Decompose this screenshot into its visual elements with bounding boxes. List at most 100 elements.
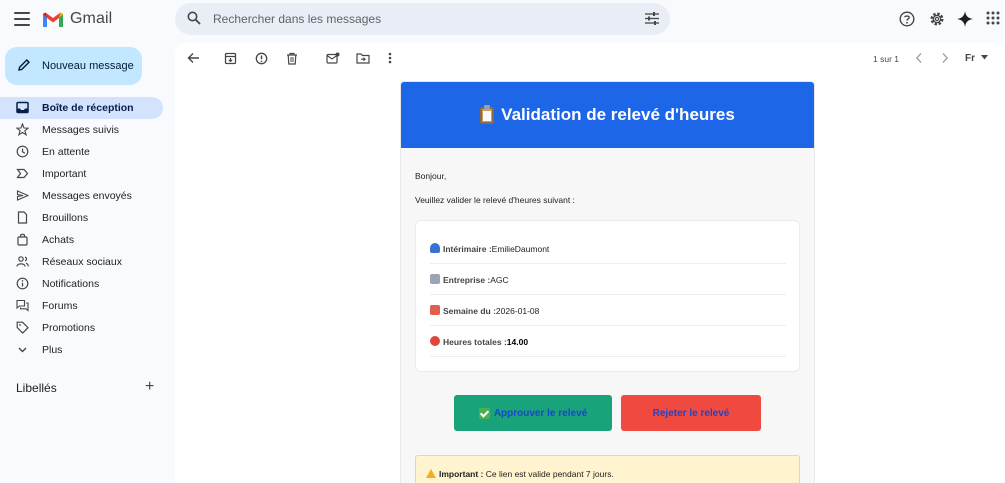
labels-heading: Libellés [16,381,57,395]
detail-key: Intérimaire : [443,244,492,254]
warning-message: Ce lien est valide pendant 7 jours. [483,469,614,479]
detail-row-company: Entreprise :AGC [430,264,786,295]
sidebar-item-forums[interactable]: Forums [0,295,163,317]
sidebar-item-label: Brouillons [42,212,89,224]
top-bar: Gmail [0,0,1005,40]
sidebar-item-label: En attente [42,146,90,158]
sidebar-item-social[interactable]: Réseaux sociaux [0,251,163,273]
reject-timesheet-button[interactable]: Rejeter le relevé [621,395,761,431]
detail-key: Entreprise : [443,275,491,285]
intro-text: Veuillez valider le relevé d'heures suiv… [415,195,575,205]
sidebar-item-label: Promotions [42,322,96,334]
move-to-folder-icon[interactable] [356,52,370,64]
tag-icon [16,321,29,334]
forum-icon [16,299,29,312]
detail-row-week: Semaine du :2026-01-08 [430,295,786,326]
back-arrow-icon[interactable] [187,52,200,64]
chevron-down-icon [18,347,27,353]
star-icon [16,123,29,136]
clock-icon [16,145,29,158]
previous-page-icon[interactable] [915,52,923,64]
sidebar-item-label: Achats [42,234,75,246]
compose-label: Nouveau message [42,60,134,72]
help-icon[interactable] [899,11,915,27]
sidebar-nav: Boîte de réception Messages suivis En at… [0,97,165,361]
trash-icon[interactable] [286,52,298,65]
language-selector[interactable]: Fr [965,53,975,64]
sidebar-item-drafts[interactable]: Brouillons [0,207,163,229]
report-spam-icon[interactable] [255,52,268,65]
search-options-icon[interactable] [645,12,659,25]
detail-key: Semaine du : [443,306,496,316]
email-card: Validation de relevé d'heures Bonjour, V… [400,81,815,483]
info-icon [16,277,29,290]
sidebar-item-label: Important [42,168,87,180]
office-building-icon [430,274,440,284]
calendar-icon [430,305,440,315]
next-page-icon[interactable] [941,52,949,64]
sidebar-item-label: Messages suivis [42,124,120,136]
search-icon[interactable] [187,11,201,25]
detail-row-hours: Heures totales :14.00 [430,326,786,357]
warning-icon [426,469,436,478]
sidebar-item-label: Notifications [42,278,100,290]
greeting-text: Bonjour, [415,171,447,181]
gemini-sparkle-icon[interactable] [957,11,973,27]
people-icon [16,256,29,267]
detail-value: EmilieDaumont [491,244,550,254]
shopping-bag-icon [17,233,28,246]
more-vert-icon[interactable] [388,52,392,64]
sidebar-item-snoozed[interactable]: En attente [0,141,163,163]
gmail-m-icon [43,12,63,27]
sidebar-item-label: Plus [42,344,63,356]
dropdown-caret-icon[interactable] [981,55,988,60]
sidebar-item-purchases[interactable]: Achats [0,229,163,251]
email-header: Validation de relevé d'heures [401,82,814,148]
app-name: Gmail [70,10,113,27]
pencil-icon [18,59,30,71]
detail-row-worker: Intérimaire :EmilieDaumont [430,233,786,264]
compose-button[interactable]: Nouveau message [5,47,142,85]
inbox-icon [16,101,29,114]
add-label-icon[interactable]: + [145,379,154,395]
search-input[interactable] [213,3,633,35]
sidebar-item-label: Messages envoyés [42,190,132,202]
person-icon [430,243,440,253]
mark-unread-icon[interactable] [326,52,340,64]
important-icon [16,168,29,179]
settings-gear-icon[interactable] [929,11,945,27]
detail-value: AGC [490,275,509,285]
sidebar-item-important[interactable]: Important [0,163,163,185]
sidebar-item-promotions[interactable]: Promotions [0,317,163,339]
main-menu-icon[interactable] [14,12,30,26]
check-mark-icon [478,407,490,419]
draft-icon [17,211,28,224]
detail-key: Heures totales : [443,337,507,347]
apps-grid-icon[interactable] [986,11,1000,25]
approve-timesheet-button[interactable]: Approuver le relevé [454,395,612,431]
warning-text: Important : Ce lien est valide pendant 7… [426,469,614,479]
alarm-clock-icon [430,336,440,346]
detail-value: 2026-01-08 [495,306,540,316]
reject-label: Rejeter le relevé [652,407,730,419]
sidebar-item-more[interactable]: Plus [0,339,163,361]
sidebar-item-notifications[interactable]: Notifications [0,273,163,295]
sidebar-item-starred[interactable]: Messages suivis [0,119,163,141]
sidebar-item-label: Réseaux sociaux [42,256,122,268]
gmail-logo[interactable]: Gmail [42,10,112,28]
detail-value: 14.00 [506,337,529,347]
archive-icon[interactable] [224,52,237,65]
warning-box: Important : Ce lien est valide pendant 7… [415,455,800,483]
approve-label: Approuver le relevé [493,407,588,419]
search-bar[interactable] [175,3,670,35]
sidebar-item-label: Boîte de réception [42,102,134,114]
timesheet-details: Intérimaire :EmilieDaumont Entreprise :A… [415,220,800,372]
send-icon [16,190,29,201]
email-title: Validation de relevé d'heures [501,105,735,124]
pagination-text: 1 sur 1 [873,54,899,64]
message-panel: 1 sur 1 Fr Validation de relevé d'heures… [175,43,1005,483]
sidebar-item-sent[interactable]: Messages envoyés [0,185,163,207]
sidebar-item-inbox[interactable]: Boîte de réception [0,97,163,119]
warning-strong: Important : [439,469,484,479]
message-toolbar: 1 sur 1 Fr [175,43,1005,75]
